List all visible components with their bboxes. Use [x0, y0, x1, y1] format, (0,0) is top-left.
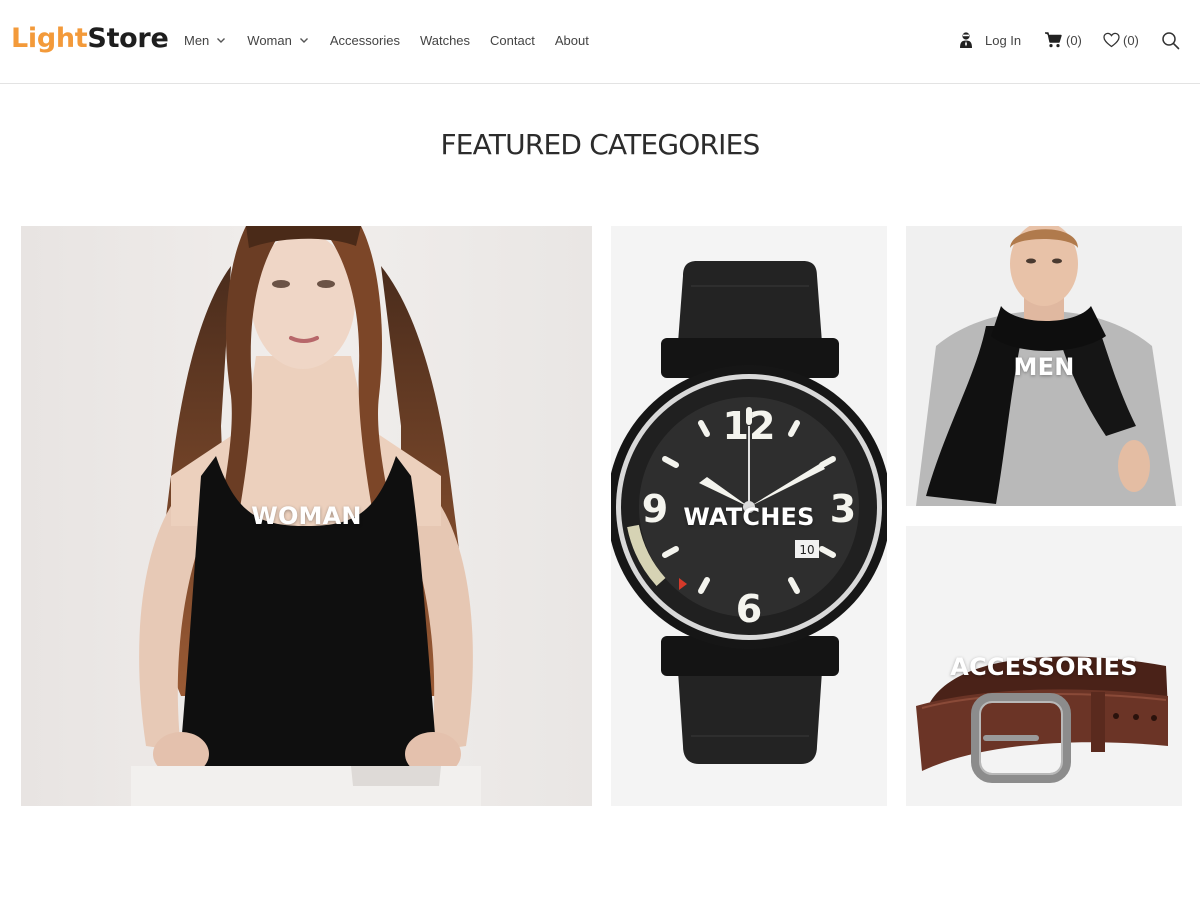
category-label-watches: WATCHES	[683, 503, 815, 531]
search-button[interactable]	[1161, 29, 1180, 51]
category-tile-accessories[interactable]: ACCESSORIES	[906, 526, 1182, 806]
category-label-woman: WOMAN	[251, 502, 362, 530]
wishlist-button[interactable]: (0)	[1103, 29, 1139, 51]
cart-icon	[1045, 32, 1062, 48]
category-tile-woman[interactable]: WOMAN	[21, 226, 592, 806]
wishlist-count: (0)	[1123, 32, 1139, 48]
cart-count: (0)	[1066, 32, 1082, 48]
category-label-men: MEN	[1013, 353, 1075, 381]
category-label-accessories: ACCESSORIES	[950, 653, 1138, 681]
search-icon	[1162, 31, 1180, 49]
user-icon	[960, 32, 972, 48]
category-tile-watches[interactable]: 12 3 6 9 10 WATCHES	[611, 226, 887, 806]
header-tools: Log In (0) (0)	[0, 29, 1200, 51]
login-link[interactable]: Log In	[958, 29, 1021, 51]
heart-icon	[1103, 32, 1120, 48]
login-label: Log In	[985, 32, 1022, 48]
dial-numeral-6: 6	[736, 587, 762, 631]
section-title: FEATURED CATEGORIES	[440, 128, 760, 161]
cart-button[interactable]: (0)	[1044, 29, 1082, 51]
date-window: 10	[799, 543, 814, 557]
site-header: LightStore Men Woman Accessories Watches…	[0, 0, 1200, 84]
category-tile-men[interactable]: MEN	[906, 226, 1182, 506]
